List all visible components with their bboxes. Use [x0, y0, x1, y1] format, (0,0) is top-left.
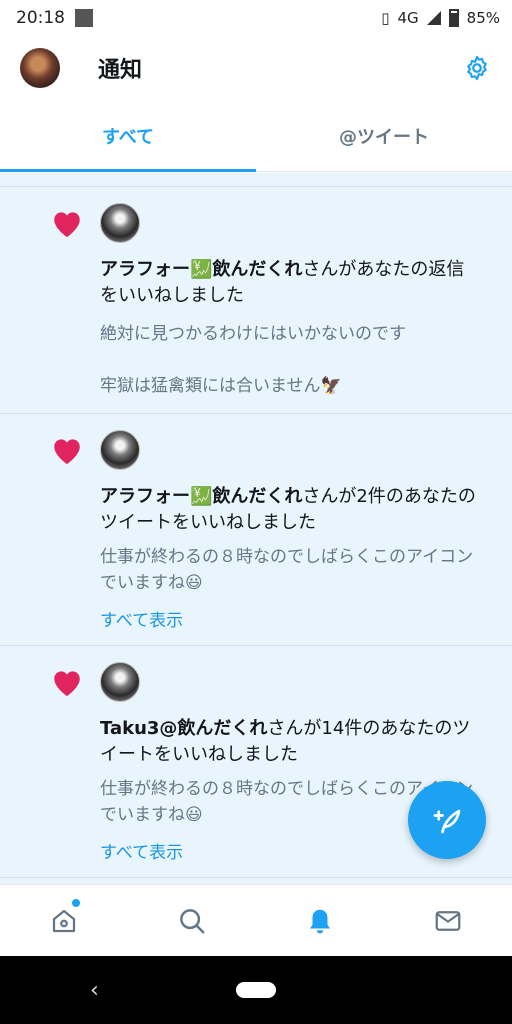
notification-text: アラフォー💹飲んだくれさんが2件のあなたのツイートをいいねしました [100, 484, 482, 536]
page-title: 通知 [98, 58, 143, 83]
tab-bar: すべて @ツイート [0, 100, 512, 172]
nav-home[interactable] [0, 885, 128, 956]
profile-avatar[interactable] [20, 48, 60, 88]
heart-icon [50, 206, 84, 240]
user-name[interactable]: Taku3@飲んだくれ [100, 718, 267, 739]
user-name[interactable]: アラフォー💹飲んだくれ [100, 259, 302, 280]
signal-icon [426, 11, 441, 25]
notification-text: Taku3@飲んだくれさんが14件のあなたのツイートをいいねしました [100, 716, 482, 768]
tab-mentions[interactable]: @ツイート [256, 100, 512, 171]
app-header: 通知 [0, 36, 512, 100]
battery-label: 85% [466, 9, 500, 27]
notification-item[interactable]: アラフォー💹飲んだくれさんが2件のあなたのツイートをいいねしました 仕事が終わる… [0, 414, 512, 646]
unread-dot [72, 899, 80, 907]
tweet-preview[interactable]: 絶対に見つかるわけにはいかないのです 牢獄は猛禽類には合いません🦅 [100, 321, 482, 399]
status-bar: 20:18 ▯ 4G 85% [0, 0, 512, 36]
compose-tweet-button[interactable] [408, 781, 486, 859]
network-label: 4G [397, 9, 419, 27]
status-right: ▯ 4G 85% [381, 9, 500, 27]
user-name[interactable]: アラフォー💹飲んだくれ [100, 486, 302, 507]
notification-feed[interactable]: アラフォー💹飲んだくれさんがあなたの返信をいいねしました 絶対に見つかるわけには… [0, 173, 512, 884]
nav-messages[interactable] [384, 885, 512, 956]
home-pill[interactable] [236, 982, 276, 998]
heart-icon [50, 665, 84, 699]
system-nav-bar: ‹ [0, 956, 512, 1024]
gear-icon [467, 55, 487, 81]
nav-notifications[interactable] [256, 885, 384, 956]
back-icon[interactable]: ‹ [90, 978, 99, 1003]
compose-feather-icon [433, 809, 461, 834]
tweet-preview[interactable]: 仕事が終わるの８時なのでしばらくこのアイコンでいますね😃 [100, 544, 482, 596]
bottom-nav [0, 884, 512, 956]
notification-body: アラフォー💹飲んだくれさんが2件のあなたのツイートをいいねしました 仕事が終わる… [100, 484, 482, 631]
status-time: 20:18 [16, 8, 65, 28]
notification-body: アラフォー💹飲んだくれさんがあなたの返信をいいねしました 絶対に見つかるわけには… [100, 257, 482, 399]
notification-header [50, 662, 482, 702]
user-avatar[interactable] [100, 430, 140, 470]
battery-icon [448, 9, 459, 27]
feed-top-divider [0, 173, 512, 187]
user-avatar[interactable] [100, 662, 140, 702]
vibrate-icon: ▯ [381, 9, 390, 27]
show-all-link[interactable]: すべて表示 [100, 606, 482, 631]
notification-header [50, 430, 482, 470]
user-avatar[interactable] [100, 203, 140, 243]
notification-item[interactable]: アラフォー💹飲んだくれさんがあなたの返信をいいねしました 絶対に見つかるわけには… [0, 187, 512, 414]
notification-header [50, 203, 482, 243]
notification-icon [75, 9, 93, 27]
tab-all[interactable]: すべて [0, 100, 256, 172]
notifications-icon [310, 909, 330, 933]
heart-icon [50, 433, 84, 467]
messages-icon [435, 910, 461, 931]
notification-text: アラフォー💹飲んだくれさんがあなたの返信をいいねしました [100, 257, 482, 309]
home-icon [52, 909, 76, 932]
nav-search[interactable] [128, 885, 256, 956]
search-icon [180, 908, 205, 933]
settings-button[interactable] [462, 53, 492, 83]
